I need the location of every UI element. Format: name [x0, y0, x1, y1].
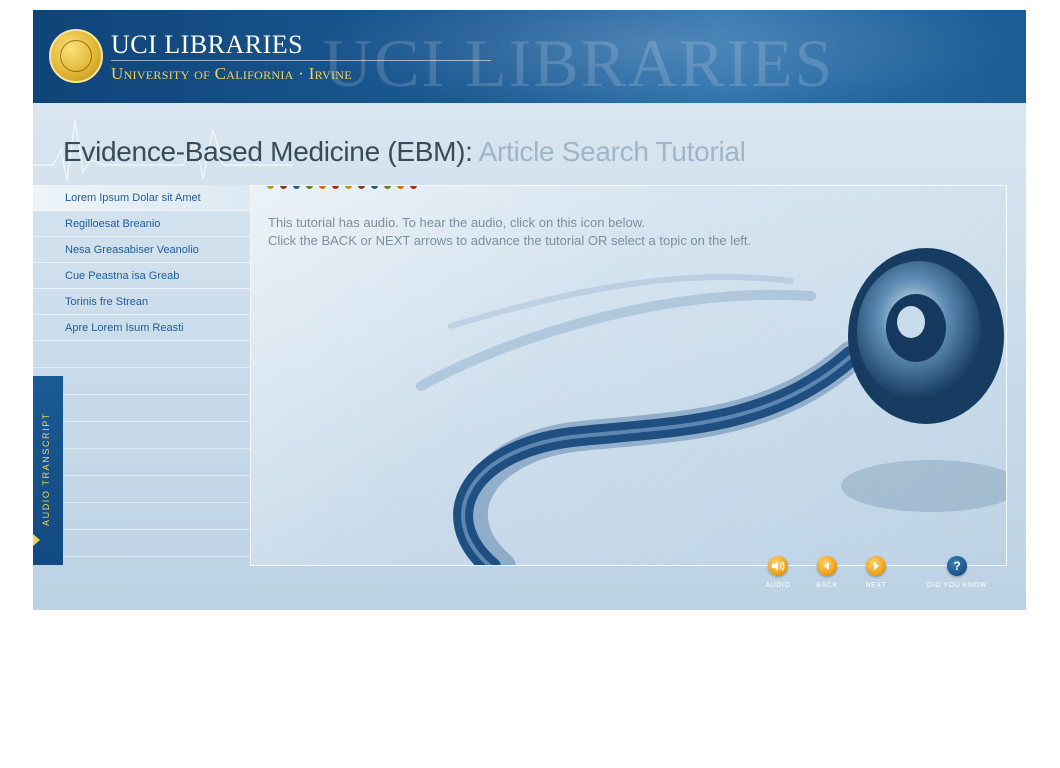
sidebar-item-6[interactable]: Apre Lorem Isum Reasti — [33, 315, 250, 341]
decorative-dots — [267, 186, 417, 190]
page-title-main: Evidence-Based Medicine (EBM): — [63, 136, 473, 167]
page-title: Evidence-Based Medicine (EBM): Article S… — [63, 136, 746, 168]
audio-transcript-label: AUDIO TRANSCRIPT — [41, 412, 51, 526]
brand-subtitle: University of California · Irvine — [111, 64, 352, 83]
next-button-label: NEXT — [865, 582, 887, 589]
topic-sidebar: Lorem Ipsum Dolar sit Amet Regilloesat B… — [33, 185, 250, 557]
sidebar-empty-row — [33, 449, 250, 476]
sidebar-empty-row — [33, 530, 250, 557]
decorative-dot — [267, 186, 274, 189]
decorative-dot — [371, 186, 378, 189]
brand-divider — [111, 60, 491, 61]
header-watermark: UCI LIBRARIES — [323, 25, 835, 101]
header-banner: UCI LIBRARIES UCI LIBRARIES University o… — [33, 10, 1026, 103]
decorative-dot — [358, 186, 365, 189]
sidebar-item-2[interactable]: Regilloesat Breanio — [33, 211, 250, 237]
decorative-dot — [319, 186, 326, 189]
sidebar-item-5[interactable]: Torinis fre Strean — [33, 289, 250, 315]
sidebar-item-1[interactable]: Lorem Ipsum Dolar sit Amet — [33, 185, 250, 211]
back-arrow-icon — [817, 556, 837, 576]
sidebar-empty-row — [33, 395, 250, 422]
decorative-dot — [306, 186, 313, 189]
intro-text: This tutorial has audio. To hear the aud… — [268, 214, 751, 250]
sidebar-empty-row — [33, 341, 250, 368]
decorative-dot — [397, 186, 404, 189]
page-title-sub: Article Search Tutorial — [478, 136, 746, 167]
expand-arrow-icon — [33, 534, 40, 546]
content-panel: This tutorial has audio. To hear the aud… — [250, 185, 1007, 566]
decorative-dot — [345, 186, 352, 189]
sidebar-empty-row — [33, 503, 250, 530]
intro-line-1: This tutorial has audio. To hear the aud… — [268, 215, 645, 230]
did-you-know-label: DID YOU KNOW — [927, 582, 987, 589]
tutorial-frame: UCI LIBRARIES UCI LIBRARIES University o… — [33, 10, 1026, 610]
decorative-dot — [293, 186, 300, 189]
next-button[interactable]: NEXT — [846, 556, 906, 589]
decorative-dot — [384, 186, 391, 189]
sidebar-empty-row — [33, 476, 250, 503]
audio-transcript-tab[interactable]: AUDIO TRANSCRIPT — [33, 376, 63, 565]
sidebar-item-4[interactable]: Cue Peastna isa Greab — [33, 263, 250, 289]
speaker-icon — [768, 556, 788, 576]
did-you-know-button[interactable]: ? DID YOU KNOW — [927, 556, 987, 589]
next-arrow-icon — [866, 556, 886, 576]
sidebar-empty-row — [33, 368, 250, 395]
decorative-dot — [280, 186, 287, 189]
question-mark-icon: ? — [947, 556, 967, 576]
brand-title: UCI LIBRARIES — [111, 30, 304, 59]
uc-seal-logo — [49, 29, 103, 83]
decorative-dot — [332, 186, 339, 189]
sidebar-empty-row — [33, 422, 250, 449]
sidebar-item-3[interactable]: Nesa Greasabiser Veanolio — [33, 237, 250, 263]
decorative-dot — [410, 186, 417, 189]
intro-line-2: Click the BACK or NEXT arrows to advance… — [268, 233, 752, 248]
